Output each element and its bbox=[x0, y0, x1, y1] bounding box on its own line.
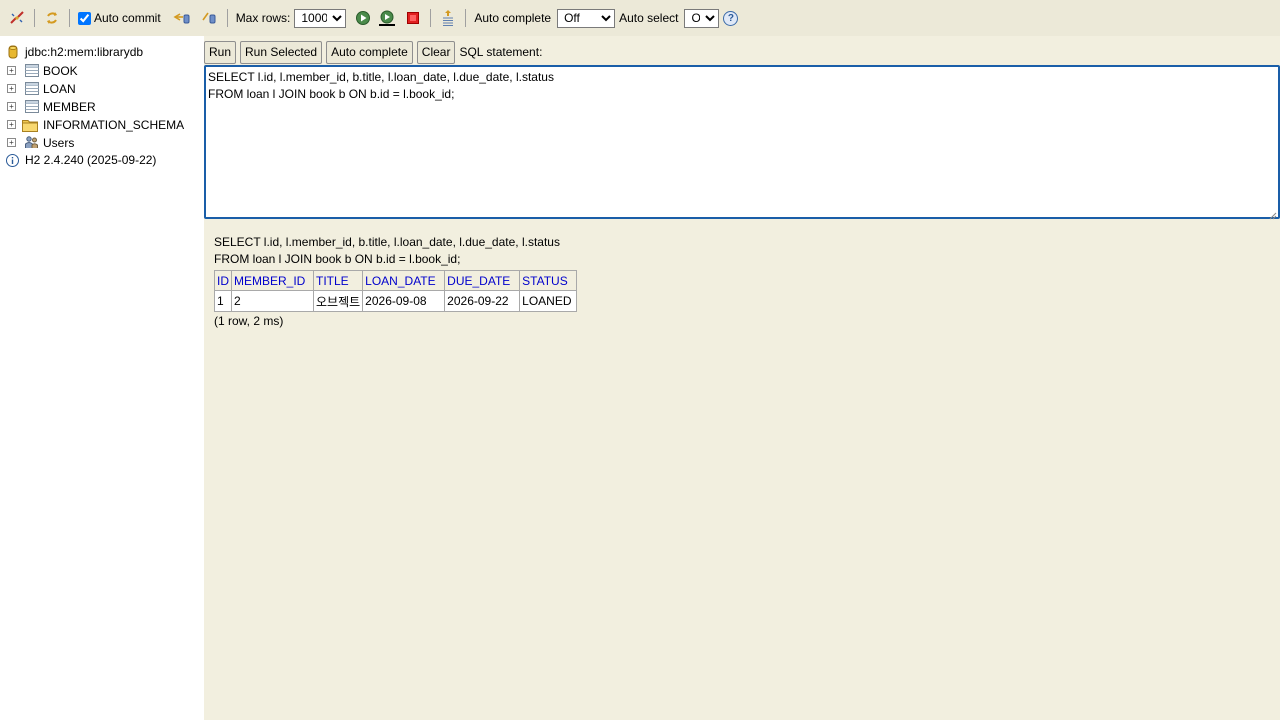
expand-icon[interactable]: + bbox=[7, 84, 16, 93]
auto-commit-checkbox[interactable] bbox=[78, 11, 91, 25]
sql-editor[interactable]: SELECT l.id, l.member_id, b.title, l.loa… bbox=[204, 65, 1280, 220]
table-cell: 1 bbox=[214, 290, 232, 312]
table-icon bbox=[25, 82, 39, 98]
result-query-line: SELECT l.id, l.member_id, b.title, l.loa… bbox=[214, 235, 560, 249]
result-area: SELECT l.id, l.member_id, b.title, l.loa… bbox=[214, 234, 578, 328]
result-header-row: ID MEMBER_ID TITLE LOAN_DATE DUE_DATE ST… bbox=[214, 270, 578, 291]
expand-icon[interactable]: + bbox=[7, 138, 16, 147]
sql-editor-line: FROM loan l JOIN book b ON b.id = l.book… bbox=[208, 87, 455, 101]
run-selected-icon[interactable] bbox=[378, 9, 396, 27]
run-selected-button[interactable]: Run Selected bbox=[240, 40, 323, 64]
sql-statement-label: SQL statement: bbox=[459, 45, 543, 59]
disconnect-icon[interactable] bbox=[8, 9, 26, 27]
expand-icon[interactable]: + bbox=[7, 102, 16, 111]
column-header[interactable]: TITLE bbox=[312, 270, 364, 291]
auto-complete-button[interactable]: Auto complete bbox=[326, 40, 413, 64]
toolbar-separator bbox=[465, 9, 467, 27]
result-query-line: FROM loan l JOIN book b ON b.id = l.book… bbox=[214, 252, 461, 266]
folder-icon bbox=[22, 118, 38, 135]
tree-connection[interactable]: jdbc:h2:mem:librarydb bbox=[7, 43, 143, 61]
tree-item-label: INFORMATION_SCHEMA bbox=[43, 118, 185, 132]
table-cell: 2026-09-08 bbox=[362, 290, 446, 312]
column-header[interactable]: ID bbox=[214, 270, 232, 291]
auto-complete-select[interactable]: Off bbox=[557, 8, 616, 28]
sql-button-bar: Run Run Selected Auto complete Clear SQL… bbox=[204, 40, 542, 64]
table-icon bbox=[25, 100, 39, 116]
info-icon bbox=[6, 153, 19, 167]
table-cell: 오브젝트 bbox=[312, 290, 364, 312]
tree-version: H2 2.4.240 (2025-09-22) bbox=[6, 151, 156, 169]
connection-label: jdbc:h2:mem:librarydb bbox=[25, 45, 144, 59]
expand-icon[interactable]: + bbox=[7, 66, 16, 75]
max-rows-label: Max rows: bbox=[235, 11, 291, 25]
result-table: ID MEMBER_ID TITLE LOAN_DATE DUE_DATE ST… bbox=[214, 270, 578, 312]
column-header[interactable]: LOAN_DATE bbox=[362, 270, 446, 291]
auto-complete-label: Auto complete bbox=[474, 11, 552, 25]
tree-item-label: BOOK bbox=[43, 64, 78, 78]
sql-editor-line: SELECT l.id, l.member_id, b.title, l.loa… bbox=[208, 70, 554, 84]
tree-item-label: LOAN bbox=[43, 82, 76, 96]
toolbar-separator bbox=[69, 9, 70, 27]
row-count: (1 row, 2 ms) bbox=[214, 314, 284, 328]
version-label: H2 2.4.240 (2025-09-22) bbox=[25, 153, 157, 167]
toolbar-separator bbox=[34, 9, 35, 27]
column-header[interactable]: MEMBER_ID bbox=[231, 270, 314, 291]
help-symbol: ? bbox=[727, 12, 735, 24]
run-icon[interactable] bbox=[354, 9, 372, 27]
tree-item-label: MEMBER bbox=[43, 100, 96, 114]
history-icon[interactable] bbox=[439, 9, 457, 27]
run-button[interactable]: Run bbox=[204, 40, 237, 64]
help-icon[interactable]: ? bbox=[723, 10, 739, 26]
auto-commit-label: Auto commit bbox=[94, 11, 161, 25]
toolbar-separator bbox=[226, 9, 228, 27]
stop-icon[interactable] bbox=[404, 9, 422, 27]
toolbar-separator bbox=[430, 9, 432, 27]
max-rows-select[interactable]: 1000 bbox=[294, 8, 347, 28]
table-cell: 2 bbox=[231, 290, 314, 312]
auto-select-select[interactable]: On bbox=[684, 8, 720, 28]
commit-icon[interactable] bbox=[201, 9, 219, 27]
database-icon bbox=[7, 45, 19, 59]
query-panel: Run Run Selected Auto complete Clear SQL… bbox=[204, 36, 1280, 720]
column-header[interactable]: DUE_DATE bbox=[444, 270, 521, 291]
toolbar: Auto commit Max rows: 1000 Auto complete… bbox=[0, 0, 1280, 36]
table-icon bbox=[25, 64, 39, 80]
table-cell: LOANED bbox=[519, 290, 578, 312]
table-row: 1 2 오브젝트 2026-09-08 2026-09-22 LOANED bbox=[214, 290, 578, 312]
rollback-icon[interactable] bbox=[173, 9, 191, 27]
tree-item-label: Users bbox=[43, 136, 75, 150]
resize-grip-icon[interactable] bbox=[1269, 208, 1277, 220]
expand-icon[interactable]: + bbox=[7, 120, 16, 129]
clear-button[interactable]: Clear bbox=[416, 40, 456, 64]
column-header[interactable]: STATUS bbox=[519, 270, 578, 291]
auto-select-label: Auto select bbox=[619, 11, 679, 25]
schema-tree: jdbc:h2:mem:librarydb + BOOK + LOAN + ME… bbox=[0, 36, 204, 720]
table-cell: 2026-09-22 bbox=[444, 290, 521, 312]
refresh-icon[interactable] bbox=[43, 9, 61, 27]
